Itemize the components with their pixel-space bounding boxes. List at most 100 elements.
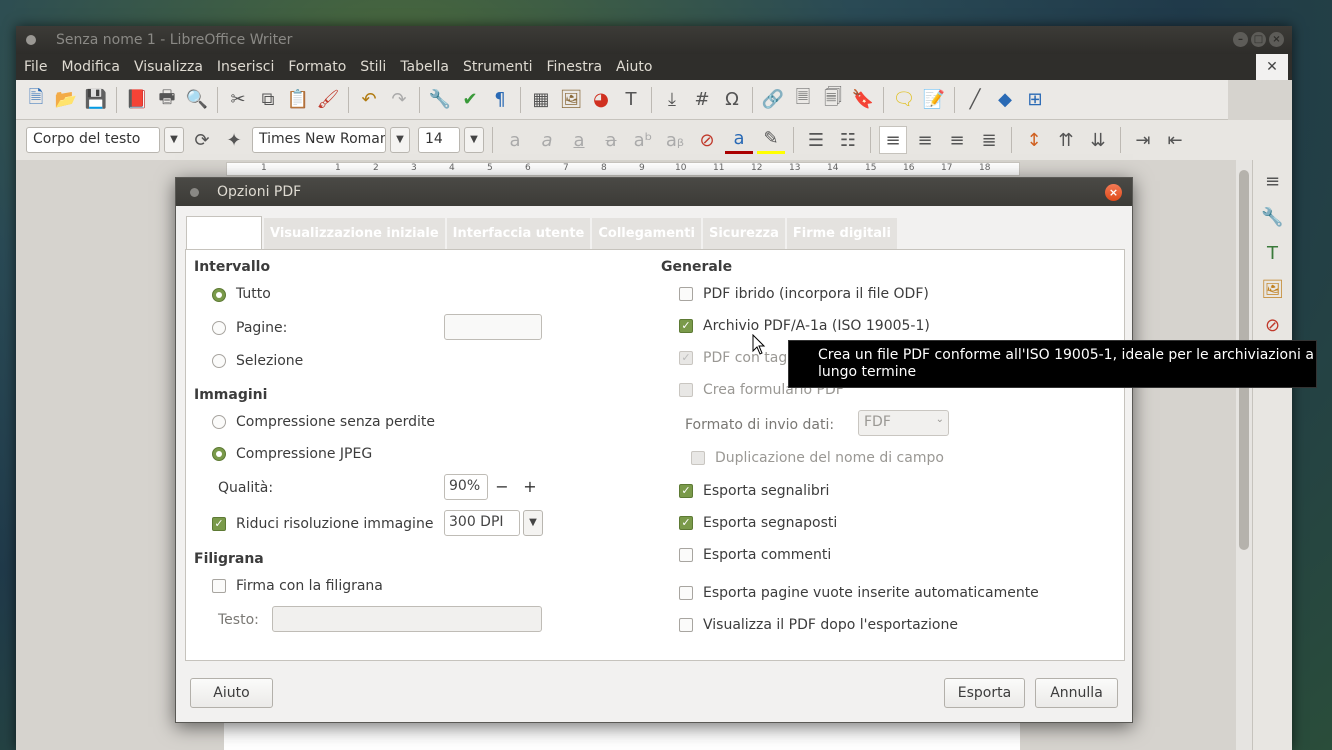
tab-security[interactable]: Sicurezza [702, 218, 785, 250]
dialog-menu-icon[interactable] [190, 187, 199, 197]
close-icon[interactable]: × [1269, 32, 1284, 47]
copy-icon[interactable]: ⧉ [254, 86, 282, 114]
view-after-export-checkbox[interactable] [679, 618, 693, 632]
basic-shapes-icon[interactable]: ◆ [991, 86, 1019, 114]
navigator-icon[interactable]: ⊘ [1259, 312, 1287, 340]
update-style-icon[interactable]: ⟳ [188, 126, 216, 154]
undo-icon[interactable]: ↶ [355, 86, 383, 114]
align-center-icon[interactable]: ≡ [911, 126, 939, 154]
watermark-checkbox[interactable] [212, 579, 226, 593]
archive-pdfa-label[interactable]: Archivio PDF/A-1a (ISO 19005-1) [703, 318, 930, 334]
font-size-dropdown[interactable]: ▼ [464, 127, 484, 153]
jpeg-radio[interactable] [212, 447, 226, 461]
font-name-dropdown[interactable]: ▼ [390, 127, 410, 153]
save-icon[interactable]: 💾 [82, 86, 110, 114]
redo-icon[interactable]: ↷ [385, 86, 413, 114]
styles-icon[interactable]: T [1259, 240, 1287, 268]
decrease-paragraph-spacing-icon[interactable]: ⇊ [1084, 126, 1112, 154]
print-icon[interactable]: 🖶 [153, 86, 181, 114]
sidebar-menu-icon[interactable]: ≡ [1259, 168, 1287, 196]
menu-file[interactable]: File [24, 59, 47, 75]
print-preview-icon[interactable]: 🔍 [183, 86, 211, 114]
close-document-button[interactable]: ✕ [1256, 54, 1288, 80]
gallery-icon[interactable]: 🖼 [1259, 276, 1287, 304]
export-placeholders-checkbox[interactable]: ✓ [679, 516, 693, 530]
window-menu-icon[interactable] [26, 35, 36, 45]
quality-increase-button[interactable]: + [516, 474, 544, 500]
menu-formato[interactable]: Formato [288, 59, 346, 75]
increase-indent-icon[interactable]: ⇥ [1129, 126, 1157, 154]
lossless-label[interactable]: Compressione senza perdite [236, 414, 435, 430]
export-empty-pages-checkbox[interactable] [679, 586, 693, 600]
tagged-pdf-label[interactable]: PDF con tag ( [703, 350, 797, 366]
export-comments-label[interactable]: Esporta commenti [703, 547, 831, 563]
resolution-dropdown[interactable]: ▼ [523, 510, 543, 536]
range-pages-label[interactable]: Pagine: [236, 320, 287, 336]
view-after-export-label[interactable]: Visualizza il PDF dopo l'esportazione [703, 617, 958, 633]
font-name-input[interactable]: Times New Roman [252, 127, 386, 153]
export-pdf-icon[interactable]: 📕 [123, 86, 151, 114]
paragraph-style-input[interactable]: Corpo del testo [26, 127, 160, 153]
bookmark-icon[interactable]: 🔖 [849, 86, 877, 114]
numbered-list-icon[interactable]: ☷ [834, 126, 862, 154]
cancel-button[interactable]: Annulla [1035, 678, 1118, 708]
bullet-list-icon[interactable]: ☰ [802, 126, 830, 154]
line-spacing-icon[interactable]: ↕ [1020, 126, 1048, 154]
highlight-color-icon[interactable]: ✎ [757, 126, 785, 154]
minimize-icon[interactable]: – [1233, 32, 1248, 47]
menu-stili[interactable]: Stili [360, 59, 386, 75]
increase-paragraph-spacing-icon[interactable]: ⇈ [1052, 126, 1080, 154]
insert-textbox-icon[interactable]: T [617, 86, 645, 114]
superscript-icon[interactable]: aᵇ [629, 126, 657, 154]
align-left-icon[interactable]: ≡ [879, 126, 907, 154]
track-changes-icon[interactable]: 📝 [920, 86, 948, 114]
maximize-icon[interactable]: □ [1251, 32, 1266, 47]
tab-links[interactable]: Collegamenti [592, 218, 701, 250]
duplicate-field-names-checkbox[interactable] [691, 451, 705, 465]
footnote-icon[interactable]: 🗏 [789, 86, 817, 114]
hybrid-pdf-label[interactable]: PDF ibrido (incorpora il file ODF) [703, 286, 929, 302]
italic-icon[interactable]: a [533, 126, 561, 154]
menu-tabella[interactable]: Tabella [400, 59, 449, 75]
horizontal-ruler[interactable]: 1 1 2 3 4 5 6 7 8 9 10 11 12 13 14 15 16… [226, 162, 1020, 176]
menu-finestra[interactable]: Finestra [547, 59, 603, 75]
subscript-icon[interactable]: aᵦ [661, 126, 689, 154]
export-button[interactable]: Esporta [944, 678, 1025, 708]
strikethrough-icon[interactable]: a [597, 126, 625, 154]
range-pages-radio[interactable] [212, 321, 226, 335]
pages-field[interactable] [444, 314, 542, 340]
bold-icon[interactable]: a [501, 126, 529, 154]
page-break-icon[interactable]: ⤓ [658, 86, 686, 114]
clone-formatting-icon[interactable]: 🖌 [314, 86, 342, 114]
range-selection-label[interactable]: Selezione [236, 353, 303, 369]
lossless-radio[interactable] [212, 415, 226, 429]
paste-icon[interactable]: 📋 [284, 86, 312, 114]
decrease-indent-icon[interactable]: ⇤ [1161, 126, 1189, 154]
watermark-text-field[interactable] [272, 606, 542, 632]
export-empty-pages-label[interactable]: Esporta pagine vuote inserite automatica… [703, 585, 1039, 601]
spellcheck-icon[interactable]: ✔ [456, 86, 484, 114]
menu-aiuto[interactable]: Aiuto [616, 59, 652, 75]
export-bookmarks-checkbox[interactable]: ✓ [679, 484, 693, 498]
quality-decrease-button[interactable]: − [488, 474, 516, 500]
export-placeholders-label[interactable]: Esporta segnaposti [703, 515, 837, 531]
endnote-icon[interactable]: 🗐 [819, 86, 847, 114]
reduce-resolution-checkbox[interactable]: ✓ [212, 517, 226, 531]
tab-generale[interactable] [186, 216, 262, 250]
range-all-radio[interactable] [212, 288, 226, 302]
menu-strumenti[interactable]: Strumenti [463, 59, 533, 75]
clear-formatting-icon[interactable]: ⊘ [693, 126, 721, 154]
vertical-scrollbar[interactable] [1236, 160, 1252, 750]
range-selection-radio[interactable] [212, 354, 226, 368]
hybrid-pdf-checkbox[interactable] [679, 287, 693, 301]
insert-field-icon[interactable]: # [688, 86, 716, 114]
comment-icon[interactable]: 🗨 [890, 86, 918, 114]
resolution-combo[interactable]: 300 DPI [444, 510, 520, 536]
archive-pdfa-checkbox[interactable]: ✓ [679, 319, 693, 333]
tab-digital-signatures[interactable]: Firme digitali [786, 218, 897, 250]
insert-table-icon[interactable]: ▦ [527, 86, 555, 114]
dialog-close-icon[interactable]: × [1105, 184, 1122, 201]
reduce-resolution-label[interactable]: Riduci risoluzione immagine [236, 516, 433, 532]
range-all-label[interactable]: Tutto [236, 286, 271, 302]
insert-chart-icon[interactable]: ◕ [587, 86, 615, 114]
